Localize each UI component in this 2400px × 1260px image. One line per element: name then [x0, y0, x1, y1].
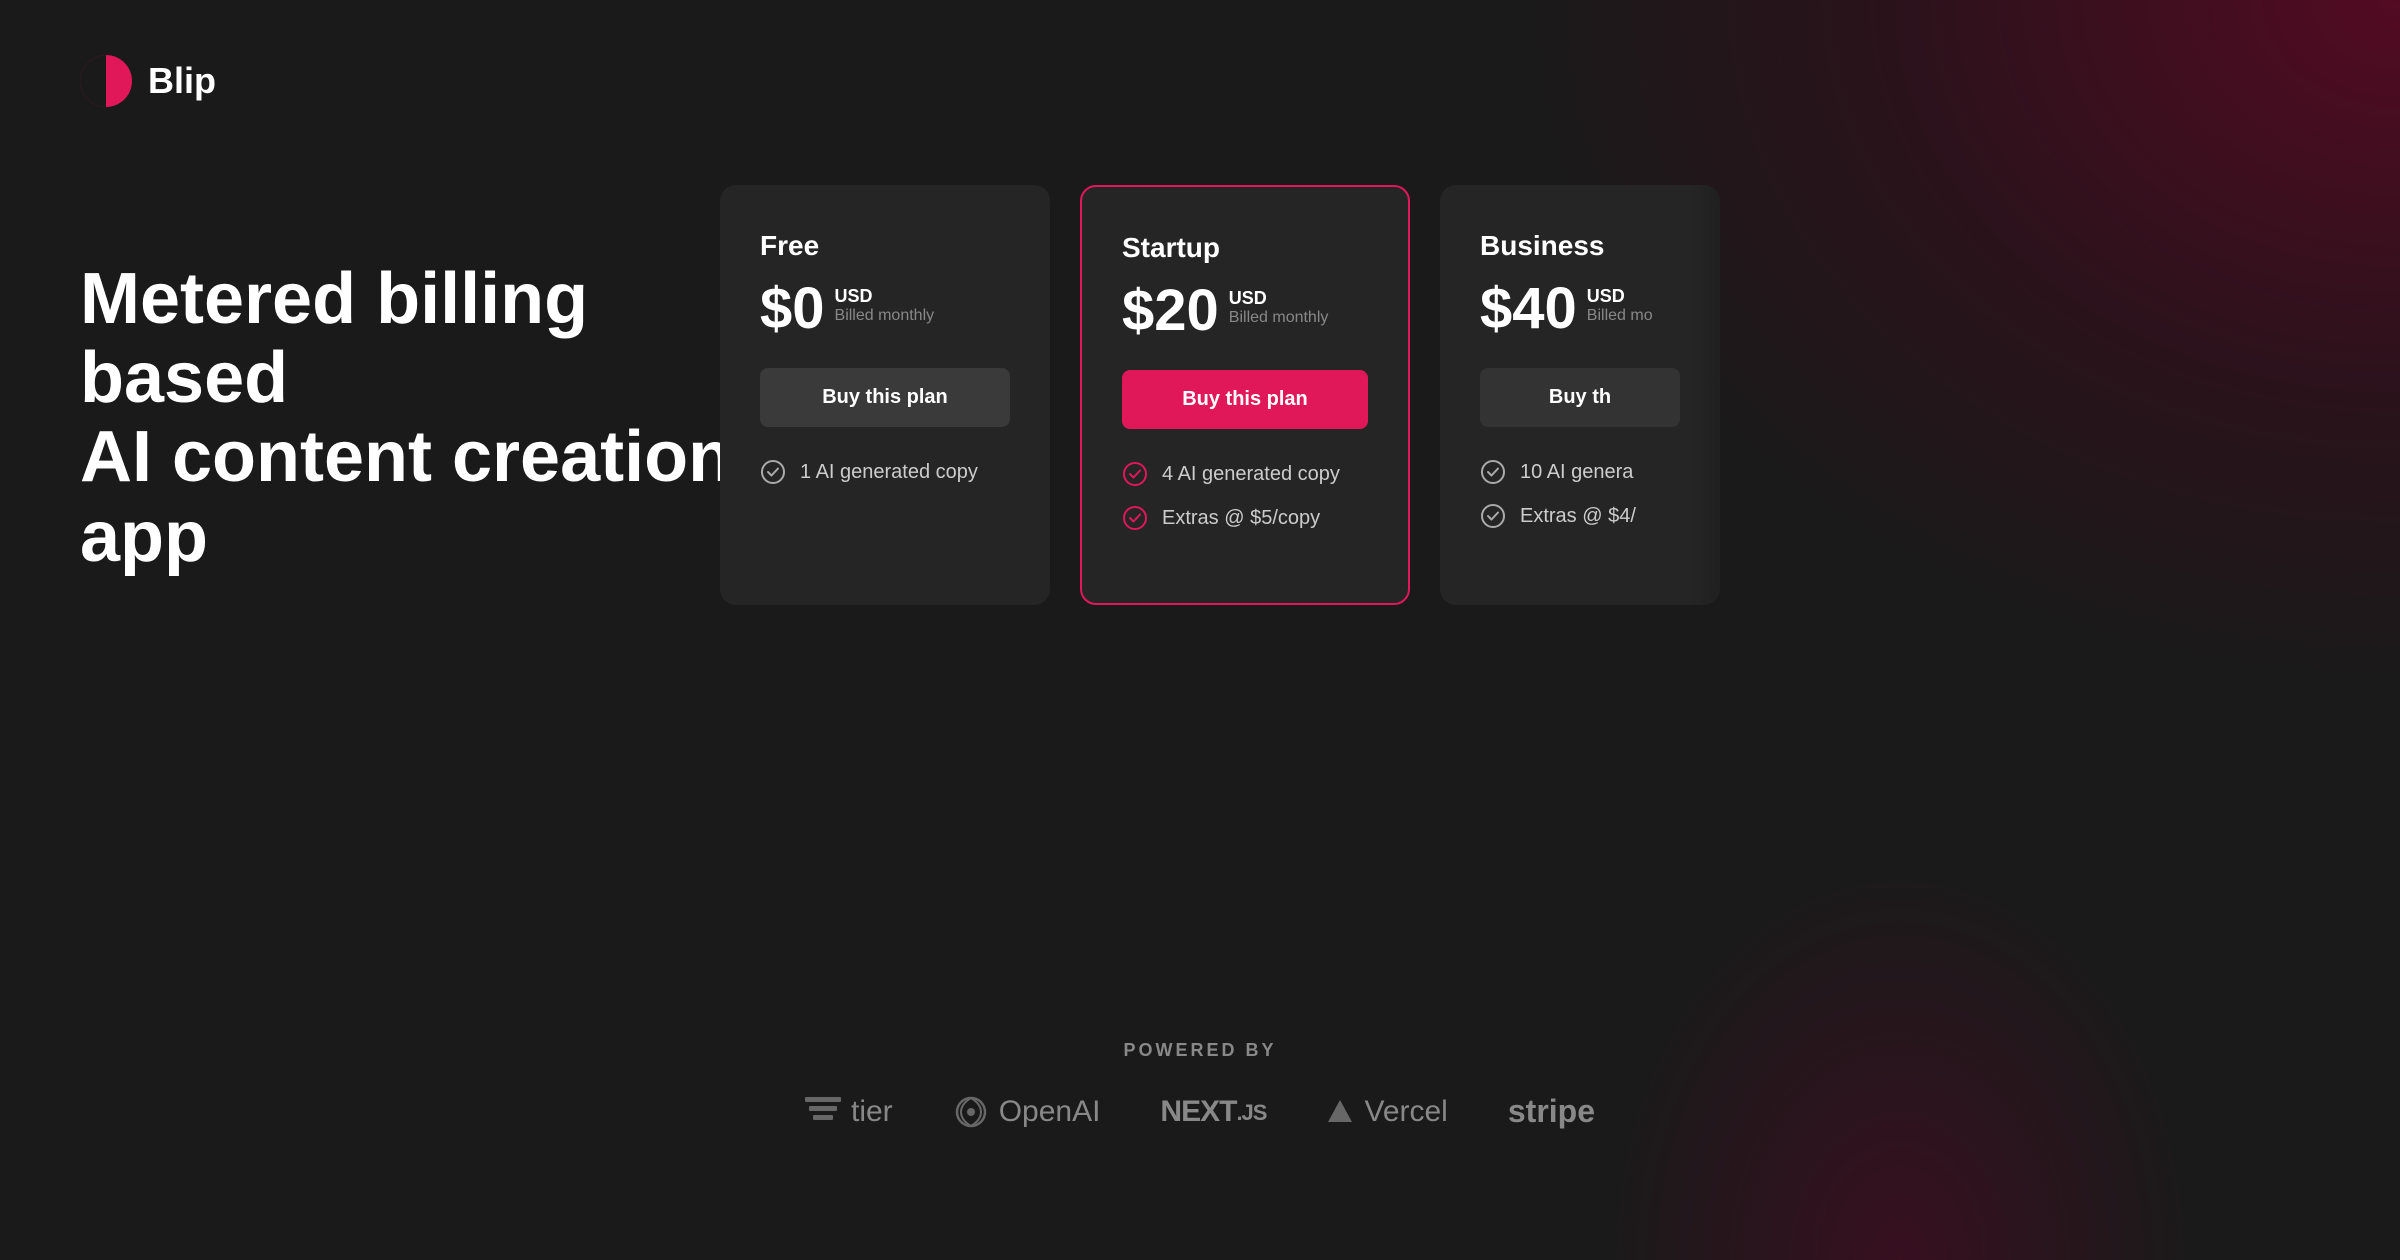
feature-item: Extras @ $4/ [1480, 503, 1680, 529]
price-currency-free: USD [835, 286, 935, 307]
feature-item: 1 AI generated copy [760, 459, 1010, 485]
check-icon [760, 459, 786, 485]
pricing-card-business: Business $40 USD Billed mo Buy th 10 AI … [1440, 185, 1720, 605]
features-list-free: 1 AI generated copy [760, 459, 1010, 485]
buy-button-free[interactable]: Buy this plan [760, 368, 1010, 427]
price-amount-startup: $20 [1122, 282, 1219, 340]
price-row-startup: $20 USD Billed monthly [1122, 282, 1368, 340]
features-list-startup: 4 AI generated copy Extras @ $5/copy [1122, 461, 1368, 531]
powered-by-section: POWERED BY tier OpenAI NEXT.JS [0, 1040, 2400, 1130]
pricing-section: Free $0 USD Billed monthly Buy this plan… [720, 185, 1720, 605]
features-list-business: 10 AI genera Extras @ $4/ [1480, 459, 1680, 529]
check-icon-gray [1480, 503, 1506, 529]
plan-name-startup: Startup [1122, 232, 1368, 264]
check-icon-pink [1122, 505, 1148, 531]
hero-section: Metered billing based AI content creatio… [80, 260, 780, 577]
buy-button-business[interactable]: Buy th [1480, 368, 1680, 427]
check-icon-gray [1480, 459, 1506, 485]
price-row-business: $40 USD Billed mo [1480, 280, 1680, 338]
price-billing-business: Billed mo [1587, 307, 1653, 325]
price-amount-free: $0 [760, 280, 825, 338]
powered-by-label: POWERED BY [1123, 1040, 1276, 1061]
price-amount-business: $40 [1480, 280, 1577, 338]
pricing-card-free: Free $0 USD Billed monthly Buy this plan… [720, 185, 1050, 605]
header: Blip [80, 55, 216, 107]
card-edge-overlay [1690, 185, 1720, 605]
feature-item: 10 AI genera [1480, 459, 1680, 485]
stripe-logo: stripe [1508, 1093, 1595, 1130]
pricing-card-startup: Startup $20 USD Billed monthly Buy this … [1080, 185, 1410, 605]
buy-button-startup[interactable]: Buy this plan [1122, 370, 1368, 429]
blip-logo-icon [80, 55, 132, 107]
check-icon-pink [1122, 461, 1148, 487]
feature-item: Extras @ $5/copy [1122, 505, 1368, 531]
hero-title: Metered billing based AI content creatio… [80, 260, 780, 577]
plan-name-business: Business [1480, 230, 1680, 262]
openai-logo: OpenAI [953, 1094, 1101, 1130]
plan-name-free: Free [760, 230, 1010, 262]
price-row-free: $0 USD Billed monthly [760, 280, 1010, 338]
price-billing-free: Billed monthly [835, 307, 935, 325]
price-billing-startup: Billed monthly [1229, 309, 1329, 327]
nextjs-logo: NEXT.JS [1160, 1095, 1266, 1129]
price-currency-business: USD [1587, 286, 1653, 307]
brand-logos-row: tier OpenAI NEXT.JS Vercel stripe [805, 1093, 1595, 1130]
feature-item: 4 AI generated copy [1122, 461, 1368, 487]
openai-icon [953, 1094, 989, 1130]
app-name: Blip [148, 60, 216, 102]
vercel-icon [1326, 1098, 1354, 1126]
tier-logo: tier [805, 1095, 893, 1129]
tier-icon [805, 1097, 841, 1127]
vercel-logo: Vercel [1326, 1095, 1447, 1129]
price-currency-startup: USD [1229, 288, 1329, 309]
